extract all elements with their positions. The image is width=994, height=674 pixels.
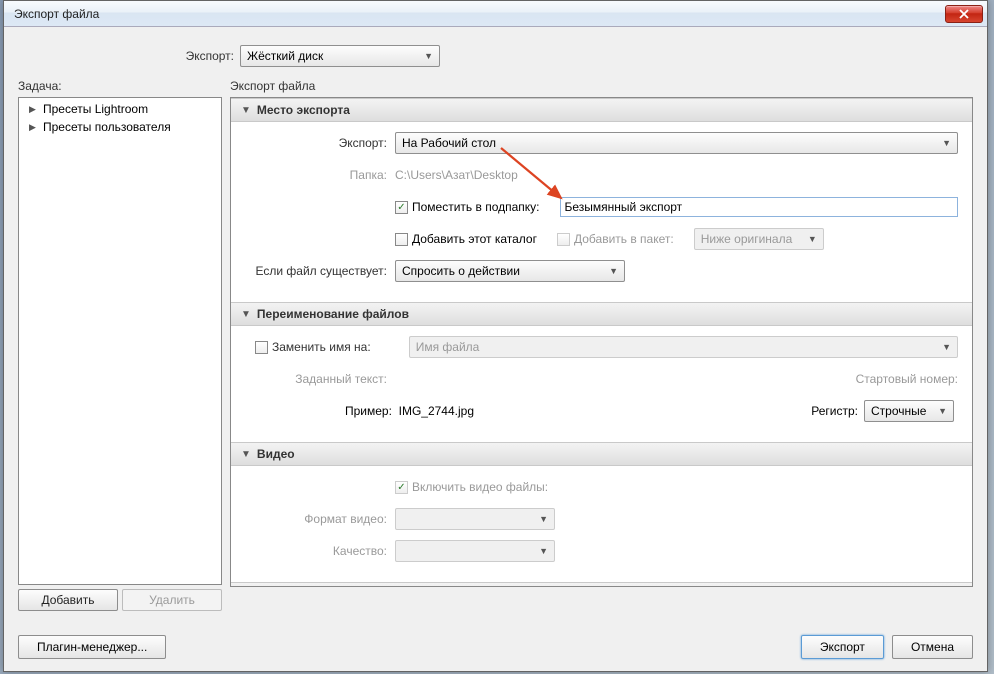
triangle-down-icon: ▼ bbox=[241, 309, 251, 320]
folder-path: C:\Users\Азат\Desktop bbox=[395, 168, 518, 182]
custom-text-label: Заданный текст: bbox=[245, 372, 395, 386]
section-header-location[interactable]: ▼ Место экспорта bbox=[231, 98, 972, 122]
chevron-down-icon: ▼ bbox=[942, 138, 951, 148]
example-value: IMG_2744.jpg bbox=[399, 404, 474, 418]
remove-preset-button: Удалить bbox=[122, 589, 222, 611]
preset-label: Задача: bbox=[18, 79, 222, 93]
add-catalog-checkbox[interactable]: Добавить этот каталог bbox=[395, 232, 537, 246]
subfolder-input[interactable] bbox=[560, 197, 958, 217]
rename-checkbox[interactable]: Заменить имя на: bbox=[255, 340, 371, 354]
chevron-down-icon: ▼ bbox=[609, 266, 618, 276]
exists-dropdown[interactable]: Спросить о действии ▼ bbox=[395, 260, 625, 282]
start-number-label: Стартовый номер: bbox=[856, 372, 958, 386]
subfolder-checkbox[interactable]: ✓Поместить в подпапку: bbox=[395, 200, 540, 214]
exists-label: Если файл существует: bbox=[245, 264, 395, 278]
section-header-rename[interactable]: ▼ Переименование файлов bbox=[231, 302, 972, 326]
video-format-label: Формат видео: bbox=[245, 512, 395, 526]
titlebar[interactable]: Экспорт файла bbox=[4, 1, 987, 27]
include-video-checkbox: ✓Включить видео файлы: bbox=[395, 480, 548, 494]
example-label: Пример: bbox=[345, 404, 392, 418]
video-quality-dropdown: ▼ bbox=[395, 540, 555, 562]
section-header-video[interactable]: ▼ Видео bbox=[231, 442, 972, 466]
chevron-down-icon: ▼ bbox=[942, 342, 951, 352]
export-location-dropdown[interactable]: На Рабочий стол ▼ bbox=[395, 132, 958, 154]
chevron-down-icon: ▼ bbox=[539, 546, 548, 556]
chevron-down-icon: ▼ bbox=[539, 514, 548, 524]
close-icon bbox=[959, 9, 969, 19]
add-stack-checkbox: Добавить в пакет: bbox=[557, 232, 674, 246]
cancel-button[interactable]: Отмена bbox=[892, 635, 973, 659]
export-dialog: Экспорт файла Экспорт: Жёсткий диск ▼ За… bbox=[3, 0, 988, 672]
video-format-dropdown: ▼ bbox=[395, 508, 555, 530]
stack-position-dropdown: Ниже оригинала ▼ bbox=[694, 228, 824, 250]
section-header-format[interactable]: ▼ Формат файла bbox=[231, 582, 972, 587]
plugin-manager-button[interactable]: Плагин-менеджер... bbox=[18, 635, 166, 659]
rename-template-dropdown: Имя файла ▼ bbox=[409, 336, 958, 358]
folder-label: Папка: bbox=[245, 168, 395, 182]
preset-listbox[interactable]: ▶ Пресеты Lightroom ▶ Пресеты пользовате… bbox=[18, 97, 222, 585]
export-location-label: Экспорт: bbox=[245, 136, 395, 150]
triangle-down-icon: ▼ bbox=[241, 105, 251, 116]
chevron-down-icon: ▼ bbox=[424, 51, 433, 61]
chevron-down-icon: ▼ bbox=[938, 406, 947, 416]
chevron-down-icon: ▼ bbox=[808, 234, 817, 244]
case-dropdown[interactable]: Строчные ▼ bbox=[864, 400, 954, 422]
export-to-dropdown[interactable]: Жёсткий диск ▼ bbox=[240, 45, 440, 67]
export-to-label: Экспорт: bbox=[174, 49, 234, 63]
add-preset-button[interactable]: Добавить bbox=[18, 589, 118, 611]
close-button[interactable] bbox=[945, 5, 983, 23]
triangle-right-icon: ▶ bbox=[29, 104, 39, 115]
main-label: Экспорт файла bbox=[230, 79, 973, 93]
preset-item[interactable]: ▶ Пресеты Lightroom bbox=[21, 100, 219, 118]
case-label: Регистр: bbox=[811, 404, 858, 418]
export-button[interactable]: Экспорт bbox=[801, 635, 884, 659]
window-title: Экспорт файла bbox=[8, 7, 99, 21]
video-quality-label: Качество: bbox=[245, 544, 395, 558]
triangle-right-icon: ▶ bbox=[29, 122, 39, 133]
settings-scroll[interactable]: ▼ Место экспорта Экспорт: На Рабочий сто… bbox=[230, 97, 973, 587]
preset-item[interactable]: ▶ Пресеты пользователя bbox=[21, 118, 219, 136]
triangle-down-icon: ▼ bbox=[241, 449, 251, 460]
